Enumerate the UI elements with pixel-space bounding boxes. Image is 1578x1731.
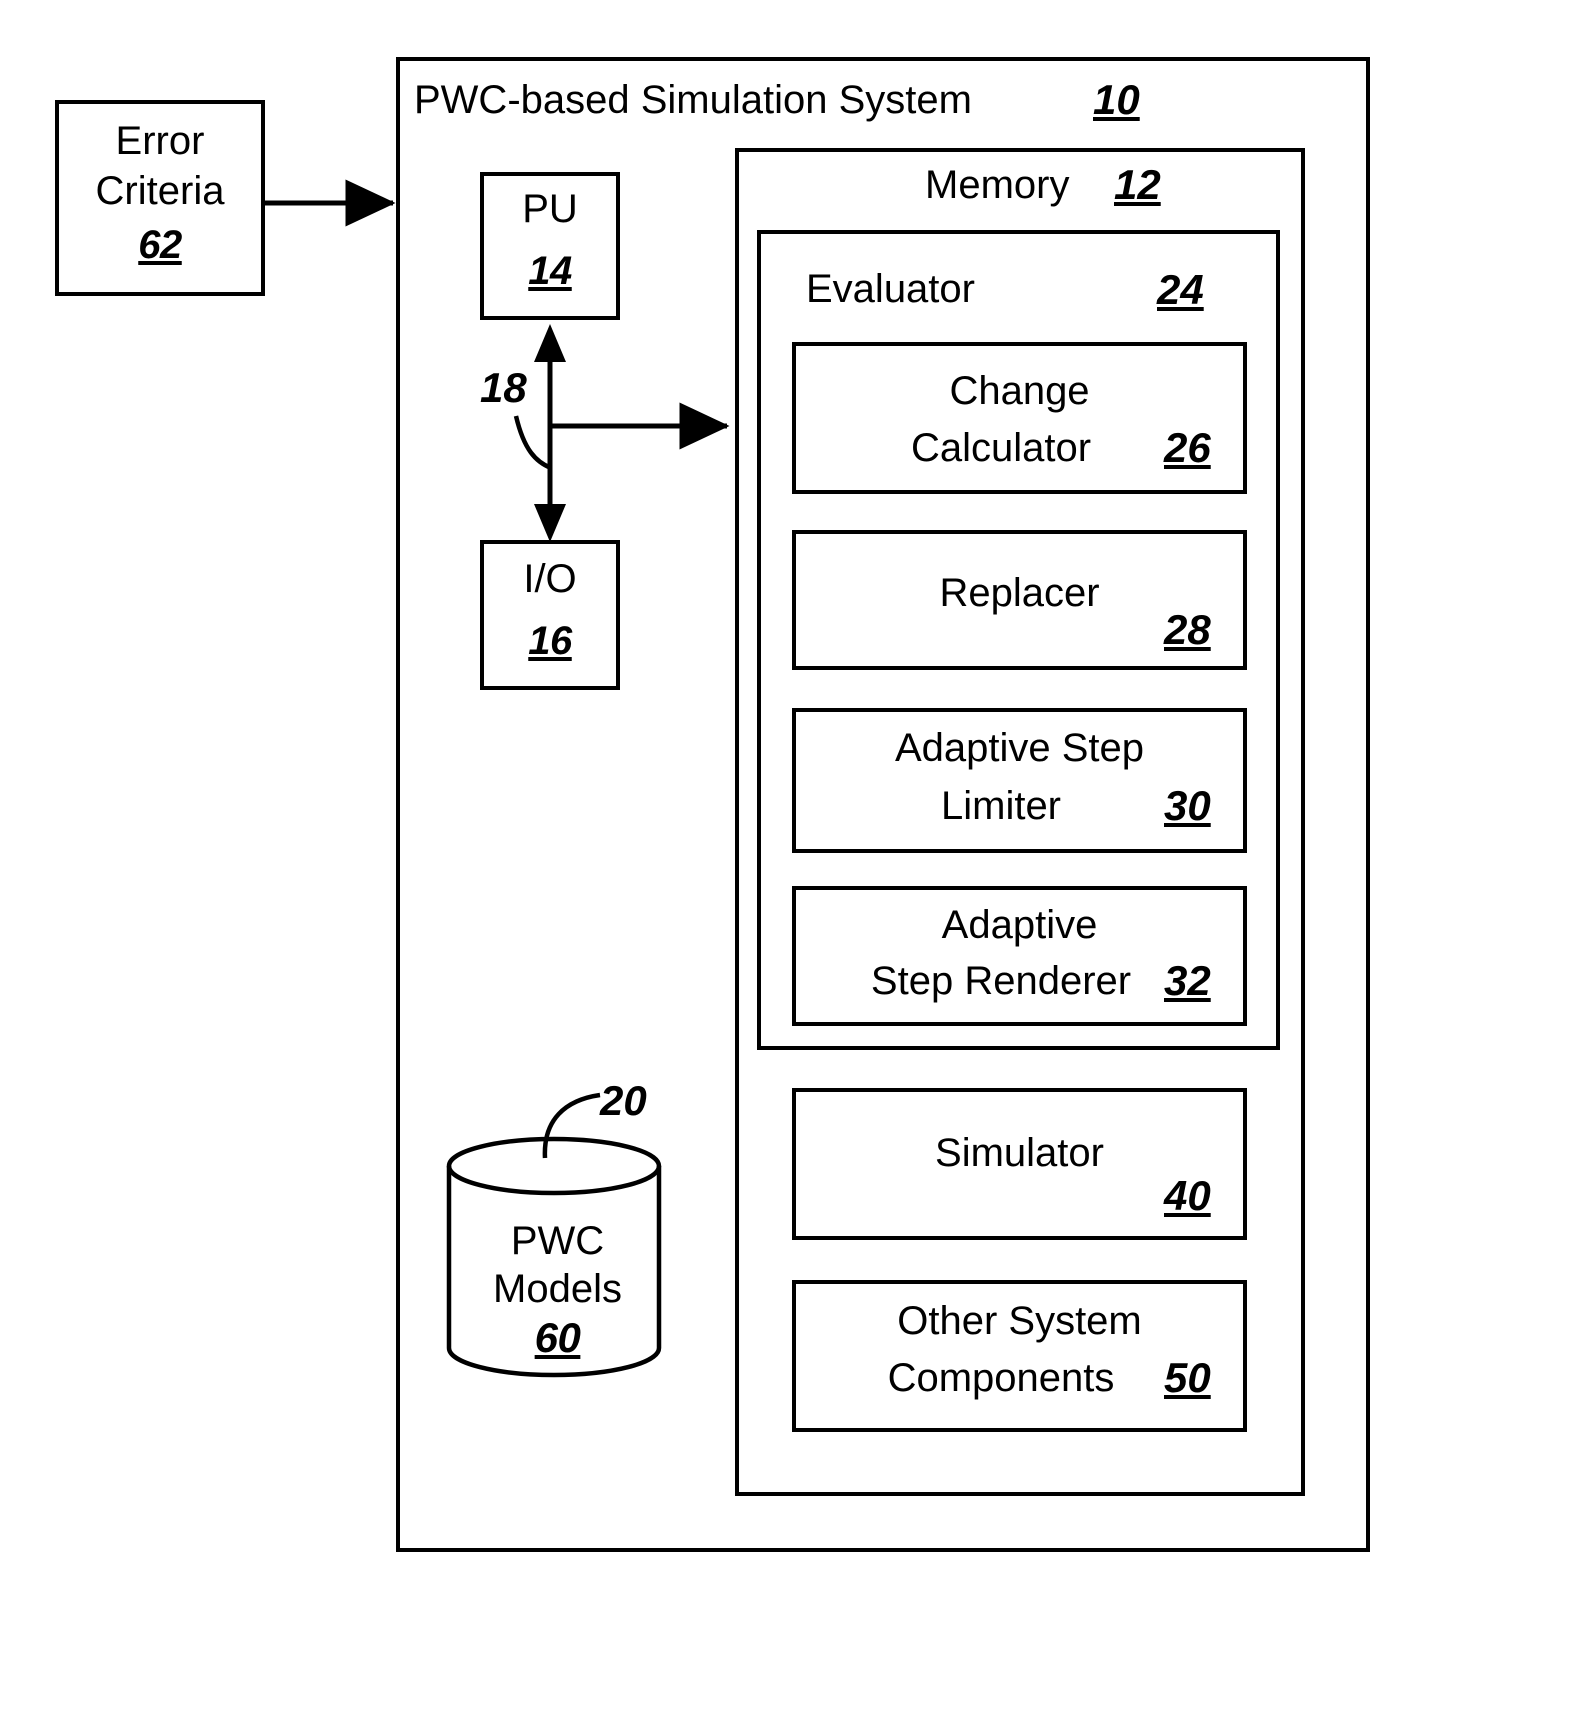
pwc-models-ref: 60 <box>534 1313 581 1361</box>
other-system-components-line1: Other System <box>897 1299 1142 1343</box>
evaluator-ref: 24 <box>1157 266 1204 313</box>
memory-ref: 12 <box>1114 161 1161 208</box>
pwc-models-text: PWC Models 60 <box>455 1205 660 1375</box>
error-criteria-line2: Criteria <box>95 169 225 213</box>
bus-ref: 18 <box>480 364 527 411</box>
pwc-models-line2: Models <box>493 1266 622 1311</box>
adaptive-step-limiter-ref: 30 <box>1164 782 1211 829</box>
adaptive-step-renderer-line2: Step Renderer <box>870 959 1132 1003</box>
pu-label: PU <box>522 187 578 231</box>
memory-title: Memory <box>925 163 1070 207</box>
system-ref: 10 <box>1093 76 1140 123</box>
pu-ref: 14 <box>528 249 572 293</box>
error-criteria-ref: 62 <box>138 223 182 267</box>
datastore-leader-ref: 20 <box>600 1077 647 1124</box>
adaptive-step-limiter-line1: Adaptive Step <box>894 726 1145 770</box>
adaptive-step-renderer-ref: 32 <box>1164 957 1211 1004</box>
figure-canvas: Error Criteria 62 PWC-based Simulation S… <box>0 0 1578 1731</box>
change-calculator-line2: Calculator <box>910 426 1092 470</box>
simulator-line1: Simulator <box>935 1131 1104 1175</box>
simulator-ref: 40 <box>1164 1172 1211 1219</box>
error-criteria-line1: Error <box>115 119 205 163</box>
system-title: PWC-based Simulation System <box>414 78 972 122</box>
io-label: I/O <box>523 557 577 601</box>
other-system-components-ref: 50 <box>1164 1354 1211 1401</box>
other-system-components-line2: Components <box>887 1356 1115 1400</box>
pwc-models-line1: PWC <box>510 1218 605 1263</box>
adaptive-step-renderer-line1: Adaptive <box>941 903 1098 947</box>
change-calculator-line1: Change <box>949 369 1090 413</box>
adaptive-step-limiter-line2: Limiter <box>940 784 1062 828</box>
change-calculator-ref: 26 <box>1164 424 1211 471</box>
io-ref: 16 <box>528 619 572 663</box>
evaluator-title: Evaluator <box>806 267 975 311</box>
replacer-ref: 28 <box>1164 606 1211 653</box>
